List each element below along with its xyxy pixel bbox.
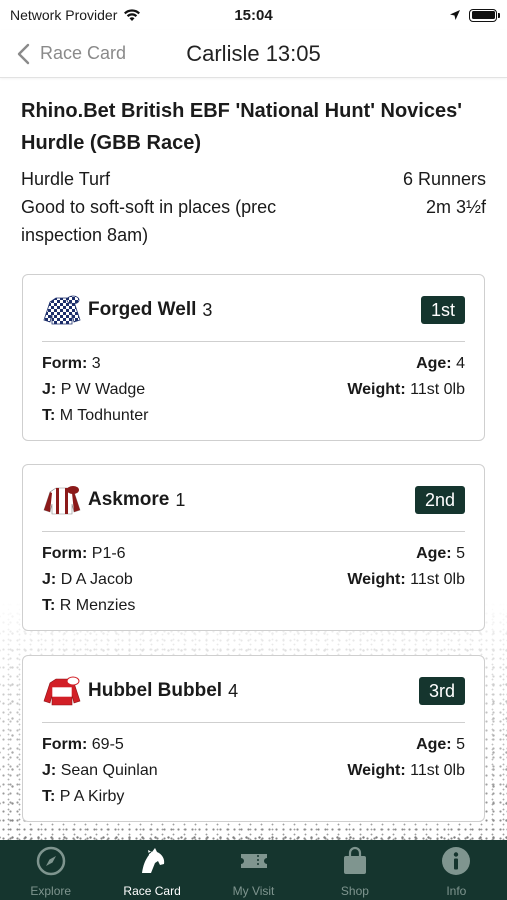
form-label: Form:: [42, 545, 88, 562]
detail-row: T: P A Kirby: [42, 784, 465, 810]
horse-number: 3: [202, 299, 213, 320]
jockey-label: J:: [42, 571, 57, 588]
detail-row: T: R Menzies: [42, 593, 465, 619]
age-value: 5: [456, 545, 465, 562]
jockey-value: P W Wadge: [60, 381, 146, 398]
weight-value: 11st 0lb: [410, 381, 465, 398]
divider: [42, 341, 465, 342]
compass-icon: [36, 846, 65, 876]
age-label: Age:: [416, 545, 452, 562]
form-value: P1-6: [91, 545, 126, 562]
trainer-label: T:: [42, 788, 56, 805]
maroon-white-silks-icon: [43, 486, 81, 515]
age-label: Age:: [416, 355, 452, 372]
detail-row: Form: 69-5 Age: 5: [42, 732, 465, 758]
weight-label: Weight:: [347, 381, 406, 398]
runner-card-header: Hubbel Bubbel 4 3rd: [42, 674, 465, 708]
horse-name: Forged Well: [88, 299, 197, 320]
race-title: Rhino.Bet British EBF 'National Hunt' No…: [21, 100, 462, 154]
runner-card[interactable]: Askmore 1 2nd Form: P1-6 Age: 5 J: D A J…: [22, 464, 485, 631]
shopping-bag-icon: [343, 846, 366, 874]
status-bar: Network Provider 15:04: [0, 0, 507, 30]
horse-number: 4: [228, 680, 239, 701]
race-meta-row-1: Hurdle Turf 6 Runners: [21, 165, 486, 193]
tab-label: Race Card: [123, 884, 181, 898]
status-left: Network Provider: [10, 7, 141, 23]
form-value: 69-5: [91, 736, 124, 753]
divider: [42, 722, 465, 723]
runner-details: Form: P1-6 Age: 5 J: D A Jacob Weight: 1…: [42, 541, 465, 619]
runner-card-header: Askmore 1 2nd: [42, 483, 465, 517]
runner-count: 6 Runners: [402, 169, 486, 189]
tab-label: My Visit: [232, 884, 275, 898]
checkered-silks-icon: [43, 295, 81, 325]
trainer-value: M Todhunter: [59, 407, 149, 424]
battery-icon: [469, 8, 500, 22]
location-arrow-icon: [450, 10, 460, 20]
race-header: Rhino.Bet British EBF 'National Hunt' No…: [21, 95, 486, 249]
trainer-value: R Menzies: [59, 597, 136, 614]
tab-race-card[interactable]: Race Card: [101, 840, 202, 900]
trainer-label: T:: [42, 597, 56, 614]
race-going: Good to soft-soft in places (prec inspec…: [21, 197, 277, 245]
race-meta-row-2: Good to soft-soft in places (prec inspec…: [21, 193, 486, 249]
race-type: Hurdle Turf: [21, 169, 111, 189]
position-badge: 2nd: [414, 486, 465, 514]
position-badge: 3rd: [418, 677, 465, 705]
horse-name: Askmore: [88, 489, 170, 510]
info-icon: [442, 847, 471, 875]
tab-info[interactable]: Info: [406, 840, 507, 900]
tab-explore[interactable]: Explore: [0, 840, 101, 900]
form-label: Form:: [42, 355, 88, 372]
detail-row: T: M Todhunter: [42, 403, 465, 429]
divider: [42, 531, 465, 532]
detail-row: J: P W Wadge Weight: 11st 0lb: [42, 377, 465, 403]
ticket-icon: [240, 854, 267, 868]
jockey-value: D A Jacob: [60, 571, 133, 588]
detail-row: Form: P1-6 Age: 5: [42, 541, 465, 567]
detail-row: J: D A Jacob Weight: 11st 0lb: [42, 567, 465, 593]
horse-head-icon: [142, 848, 165, 873]
tab-label: Info: [446, 884, 467, 898]
back-button[interactable]: Race Card: [0, 42, 126, 66]
age-value: 5: [456, 736, 465, 753]
tab-shop[interactable]: Shop: [304, 840, 405, 900]
runner-card[interactable]: Forged Well 3 1st Form: 3 Age: 4 J: P W …: [22, 274, 485, 441]
tab-label: Shop: [340, 884, 369, 898]
weight-label: Weight:: [347, 571, 406, 588]
detail-row: Form: 3 Age: 4: [42, 351, 465, 377]
trainer-value: P A Kirby: [59, 788, 125, 805]
tab-label: Explore: [30, 884, 72, 898]
status-right: [449, 8, 500, 22]
trainer-label: T:: [42, 407, 56, 424]
horse-name: Hubbel Bubbel: [88, 680, 223, 701]
position-badge: 1st: [420, 296, 465, 324]
red-white-silks-icon: [43, 676, 81, 706]
form-label: Form:: [42, 736, 88, 753]
runner-card[interactable]: Hubbel Bubbel 4 3rd Form: 69-5 Age: 5 J:…: [22, 655, 485, 822]
chevron-left-icon: [17, 43, 30, 64]
horse-number: 1: [175, 489, 186, 510]
wifi-icon: [124, 9, 141, 21]
jockey-value: Sean Quinlan: [60, 762, 158, 779]
form-value: 3: [91, 355, 101, 372]
weight-value: 11st 0lb: [410, 571, 465, 588]
runner-details: Form: 69-5 Age: 5 J: Sean Quinlan Weight…: [42, 732, 465, 810]
weight-value: 11st 0lb: [410, 762, 465, 779]
back-button-label: Race Card: [40, 43, 127, 63]
race-distance: 2m 3½f: [425, 197, 486, 217]
runner-details: Form: 3 Age: 4 J: P W Wadge Weight: 11st…: [42, 351, 465, 429]
age-label: Age:: [416, 736, 452, 753]
weight-label: Weight:: [347, 762, 406, 779]
tab-bar: Explore Race Card My Visit Shop Info: [0, 840, 507, 900]
navigation-bar: Race Card Carlisle 13:05: [0, 30, 507, 78]
detail-row: J: Sean Quinlan Weight: 11st 0lb: [42, 758, 465, 784]
tab-my-visit[interactable]: My Visit: [203, 840, 304, 900]
jockey-label: J:: [42, 762, 57, 779]
carrier-name: Network Provider: [10, 7, 118, 23]
runner-card-header: Forged Well 3 1st: [42, 293, 465, 327]
jockey-label: J:: [42, 381, 57, 398]
age-value: 4: [456, 355, 465, 372]
